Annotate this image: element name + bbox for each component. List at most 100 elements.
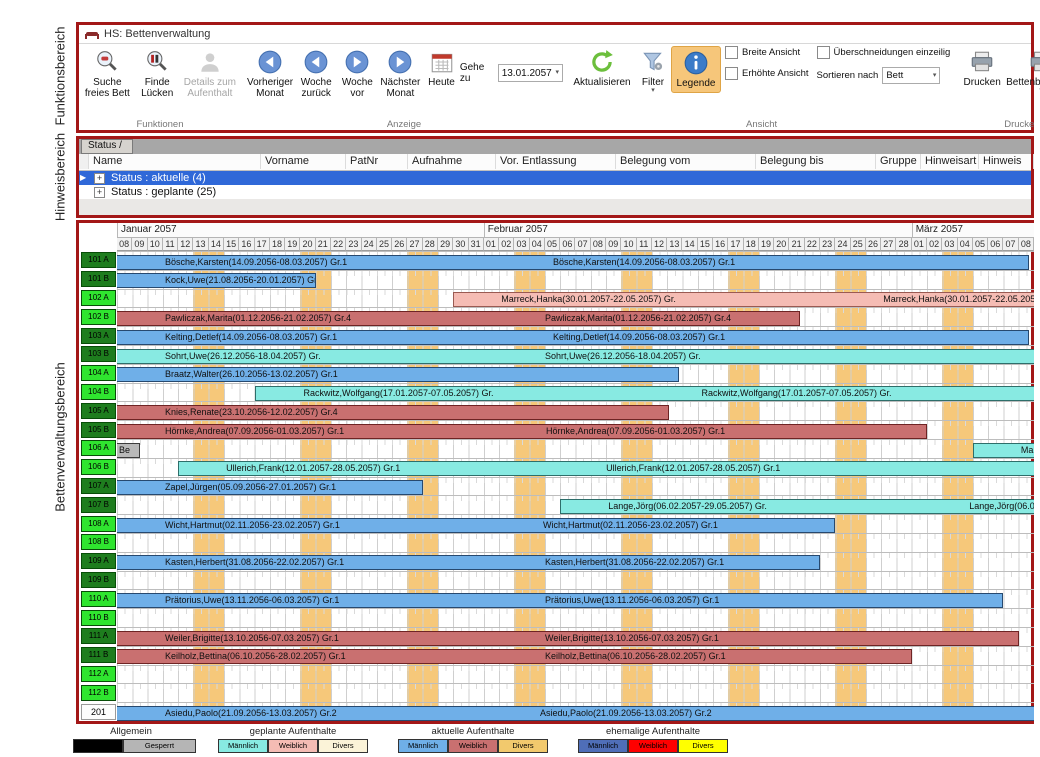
occupancy-bar[interactable]: Wicht,Hartmut(02.11.2056-23.02.2057) Gr.…	[117, 518, 835, 533]
sort-by-select[interactable]: Bett ▾	[882, 67, 940, 84]
day-header-cell[interactable]: 05	[545, 237, 560, 251]
occupancy-bar[interactable]: Hörnke,Andrea(07.09.2056-01.03.2057) Gr.…	[117, 424, 927, 439]
day-header-cell[interactable]: 02	[499, 237, 514, 251]
occupancy-bar[interactable]: Prätorius,Uwe(13.11.2056-06.03.2057) Gr.…	[117, 593, 1003, 608]
day-header-cell[interactable]: 05	[973, 237, 988, 251]
day-header-cell[interactable]: 10	[621, 237, 636, 251]
occupancy-bar[interactable]: Marreck,Hanka(30.01.2057-22.05.2057) Gr.…	[453, 292, 1034, 307]
day-header-cell[interactable]: 27	[881, 237, 896, 251]
day-header-cell[interactable]: 01	[912, 237, 927, 251]
occupancy-bar[interactable]: Braatz,Walter(26.10.2056-13.02.2057) Gr.…	[117, 367, 679, 382]
day-header-cell[interactable]: 08	[1019, 237, 1034, 251]
goto-date-input[interactable]: 13.01.2057 ▾	[498, 64, 563, 82]
day-header-cell[interactable]: 28	[423, 237, 438, 251]
expand-icon[interactable]: +	[94, 187, 105, 198]
day-header-cell[interactable]: 22	[331, 237, 346, 251]
occupancy-bar[interactable]: Ullerich,Frank(12.01.2057-28.05.2057) Gr…	[178, 461, 1034, 476]
occupancy-bar[interactable]: Bösche,Karsten(14.09.2056-08.03.2057) Gr…	[117, 255, 1029, 270]
bed-label-101a[interactable]: 101 A	[81, 252, 116, 268]
occupancy-bar[interactable]: Asiedu,Paolo(21.09.2056-13.03.2057) Gr.2…	[117, 706, 1034, 721]
day-header-cell[interactable]: 08	[591, 237, 606, 251]
day-header-cell[interactable]: 18	[744, 237, 759, 251]
bed-label-109b[interactable]: 109 B	[81, 572, 116, 588]
day-header-cell[interactable]: 31	[469, 237, 484, 251]
day-header-cell[interactable]: 24	[362, 237, 377, 251]
bed-label-106b[interactable]: 106 B	[81, 459, 116, 475]
day-header-cell[interactable]: 03	[942, 237, 957, 251]
status-group-row-geplante[interactable]: + Status : geplante (25)	[79, 185, 1031, 199]
bed-label-112b[interactable]: 112 B	[81, 685, 116, 701]
occupancy-bar[interactable]: Be	[117, 443, 140, 458]
bed-label-110b[interactable]: 110 B	[81, 610, 116, 626]
chevron-down-icon[interactable]: ▾	[933, 73, 937, 79]
column-header-name[interactable]: Name	[89, 154, 261, 169]
day-header-cell[interactable]: 12	[652, 237, 667, 251]
day-header-cell[interactable]: 18	[270, 237, 285, 251]
occupancy-bar[interactable]: Weiler,Brigitte(13.10.2056-07.03.2057) G…	[117, 631, 1019, 646]
tall-view-checkbox[interactable]: Erhöhte Ansicht	[725, 67, 809, 80]
week-back-button[interactable]: Woche zurück	[295, 46, 337, 102]
bed-label-107a[interactable]: 107 A	[81, 478, 116, 494]
bed-label-111b[interactable]: 111 B	[81, 647, 116, 663]
day-header-cell[interactable]: 01	[484, 237, 499, 251]
column-header-patnr[interactable]: PatNr	[346, 154, 408, 169]
occupancy-bar[interactable]: Rackwitz,Wolfgang(17.01.2057-07.05.2057)…	[255, 386, 1034, 401]
day-header-cell[interactable]: 12	[178, 237, 193, 251]
occupancy-bar[interactable]: Keilholz,Bettina(06.10.2056-28.02.2057) …	[117, 649, 912, 664]
day-header-cell[interactable]: 07	[1003, 237, 1018, 251]
bed-label-201[interactable]: 201	[81, 704, 116, 720]
occupancy-bar[interactable]: Ma	[973, 443, 1034, 458]
bed-label-105b[interactable]: 105 B	[81, 422, 116, 438]
column-header-belegung-bis[interactable]: Belegung bis	[756, 154, 876, 169]
print-button[interactable]: Drucken	[960, 46, 1004, 91]
day-header-cell[interactable]: 07	[575, 237, 590, 251]
bed-label-101b[interactable]: 101 B	[81, 271, 116, 287]
day-header-cell[interactable]: 25	[851, 237, 866, 251]
day-header-cell[interactable]: 21	[316, 237, 331, 251]
day-header-cell[interactable]: 03	[514, 237, 529, 251]
day-header-cell[interactable]: 28	[896, 237, 911, 251]
expand-icon[interactable]: +	[94, 173, 105, 184]
bed-label-108b[interactable]: 108 B	[81, 534, 116, 550]
occupancy-bar[interactable]: Kock,Uwe(21.08.2056-20.01.2057) Gr.1	[117, 273, 316, 288]
bed-label-104a[interactable]: 104 A	[81, 365, 116, 381]
bed-label-102b[interactable]: 102 B	[81, 309, 116, 325]
bed-label-110a[interactable]: 110 A	[81, 591, 116, 607]
day-header-cell[interactable]: 15	[698, 237, 713, 251]
day-header-cell[interactable]: 06	[988, 237, 1003, 251]
day-header-cell[interactable]: 23	[820, 237, 835, 251]
search-free-bed-button[interactable]: Suche freies Bett	[81, 46, 134, 102]
day-header-cell[interactable]: 22	[805, 237, 820, 251]
overlap-single-line-checkbox[interactable]: Überschneidungen einzeilig	[817, 46, 951, 59]
day-header-cell[interactable]: 11	[637, 237, 652, 251]
day-header-cell[interactable]: 17	[728, 237, 743, 251]
day-header-cell[interactable]: 04	[530, 237, 545, 251]
column-header-belegung-vom[interactable]: Belegung vom	[616, 154, 756, 169]
day-header-cell[interactable]: 14	[209, 237, 224, 251]
bed-label-105a[interactable]: 105 A	[81, 403, 116, 419]
column-header-vorname[interactable]: Vorname	[261, 154, 346, 169]
day-header-cell[interactable]: 26	[392, 237, 407, 251]
day-header-cell[interactable]: 04	[958, 237, 973, 251]
bed-label-108a[interactable]: 108 A	[81, 516, 116, 532]
find-gaps-button[interactable]: Finde Lücken	[134, 46, 181, 102]
occupancy-bar[interactable]: Kelting,Detlef(14.09.2056-08.03.2057) Gr…	[117, 330, 1029, 345]
day-header-cell[interactable]: 16	[713, 237, 728, 251]
column-header-gruppe[interactable]: Gruppe	[876, 154, 921, 169]
day-header-cell[interactable]: 25	[377, 237, 392, 251]
day-header-cell[interactable]: 21	[789, 237, 804, 251]
day-header-cell[interactable]: 15	[224, 237, 239, 251]
column-header-vor-entlassung[interactable]: Vor. Entlassung	[496, 154, 616, 169]
bed-label-104b[interactable]: 104 B	[81, 384, 116, 400]
day-header-cell[interactable]: 24	[835, 237, 850, 251]
occupancy-bar[interactable]: Pawliczak,Marita(01.12.2056-21.02.2057) …	[117, 311, 800, 326]
bed-label-103b[interactable]: 103 B	[81, 346, 116, 362]
day-header-cell[interactable]: 10	[148, 237, 163, 251]
day-header-cell[interactable]: 17	[255, 237, 270, 251]
day-header-cell[interactable]: 13	[193, 237, 208, 251]
day-header-cell[interactable]: 09	[132, 237, 147, 251]
day-header-cell[interactable]: 27	[407, 237, 422, 251]
bed-label-103a[interactable]: 103 A	[81, 328, 116, 344]
day-header-cell[interactable]: 11	[163, 237, 178, 251]
column-header-hinweisart[interactable]: Hinweisart	[921, 154, 979, 169]
